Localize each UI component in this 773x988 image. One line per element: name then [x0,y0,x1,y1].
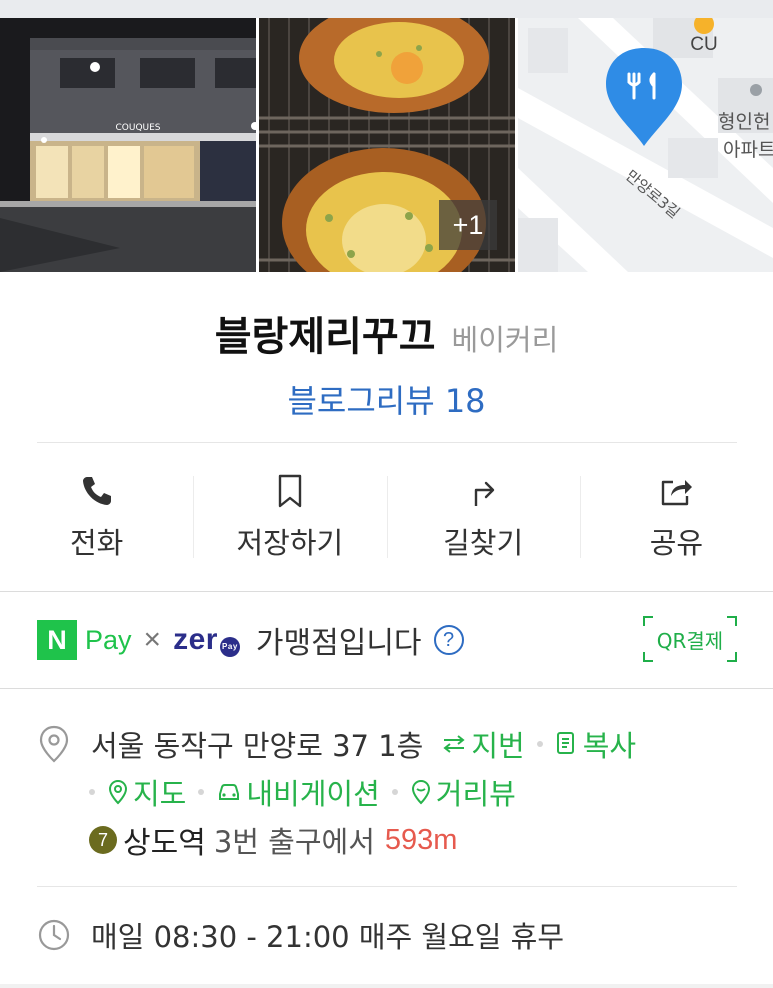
clock-icon [38,919,70,951]
share-label: 공유 [649,526,704,560]
car-icon [219,784,240,800]
storefront-sign: COUQUES [115,123,160,133]
directions-button[interactable]: 길찾기 [386,444,580,590]
section-divider-2 [0,688,773,689]
address-line: 서울 동작구 만양로 37 1층 지번 복사 [37,720,737,768]
npay-word: Pay [85,624,132,655]
map-label-building-2: 아파트 [723,139,773,161]
save-button[interactable]: 저장하기 [193,444,386,590]
phone-icon [82,477,111,505]
hours-row: 매일 08:30 - 21:00 매주 월요일 휴무 [37,910,737,960]
qr-corner-icon [643,652,653,662]
jibun-label: 지번 [471,729,525,763]
map-label-store: CU [690,34,717,55]
times-sign: × [143,623,162,656]
photo-pastry[interactable]: +1 [259,18,515,272]
street-view-link[interactable]: 거리뷰 [410,771,516,813]
bottom-divider [0,984,773,988]
zeropay-mark-icon: Pay [219,636,240,657]
share-button[interactable]: 공유 [579,444,773,590]
jibun-toggle[interactable]: 지번 [441,723,525,765]
separator-dot [391,789,398,795]
directions-icon [474,481,495,506]
help-icon[interactable]: ? [433,625,464,655]
copy-icon [556,732,574,754]
swap-arrows-icon [443,735,465,753]
save-label: 저장하기 [236,526,344,560]
header-divider [37,442,737,443]
payment-row: N Pay × zer Pay 가맹점입니다 ? QR결제 [0,592,773,688]
street-view-pin-icon [411,779,430,805]
map-pin-icon [108,779,128,805]
address-divider [37,886,737,887]
station-distance: 593m [384,823,458,856]
street-view-label: 거리뷰 [435,777,516,811]
qr-corner-icon [727,652,737,662]
blog-review-link[interactable]: 블로그리뷰 18 [287,376,485,422]
subway-line-badge: 7 [89,826,117,854]
address-links-line: 지도 내비게이션 거리뷰 [37,768,737,816]
business-hours: 매일 08:30 - 21:00 매주 월요일 휴무 [91,920,565,954]
zeropay-logo: zer Pay [173,623,240,657]
qr-corner-icon [643,616,653,626]
station-name: 상도역 [123,826,206,861]
address-text: 서울 동작구 만양로 37 1층 [91,729,424,763]
qr-pay-label: QR결제 [656,628,724,653]
qr-corner-icon [727,616,737,626]
location-pin-icon [39,725,69,763]
exit-text: 3번 출구에서 [213,825,375,859]
call-button[interactable]: 전화 [0,444,193,590]
more-photos-badge[interactable]: +1 [439,200,497,250]
top-status-strip [0,0,773,18]
separator-dot [89,789,95,795]
bookmark-icon [278,474,302,508]
photo-map[interactable]: CU 형인헌 아파트 만양로3길 [518,18,773,272]
npay-logo-icon: N [37,620,77,660]
map-label-building-1: 형인헌 [718,111,770,133]
zeropay-word: zer [173,623,218,656]
share-icon [662,480,693,506]
photo-storefront[interactable]: COUQUES [0,18,256,272]
separator-dot [536,741,543,747]
separator-dot [198,789,205,795]
directions-label: 길찾기 [443,526,524,560]
place-category: 베이커리 [451,323,559,357]
subway-line: 7 상도역 3번 출구에서 593m [37,816,737,864]
navigation-label: 내비게이션 [246,777,380,811]
copy-address-button[interactable]: 복사 [555,723,636,765]
action-bar: 전화 저장하기 길찾기 공유 [0,444,773,590]
map-label: 지도 [133,777,187,811]
place-name: 블랑제리꾸끄 [214,314,436,360]
call-label: 전화 [69,526,124,560]
merchant-text: 가맹점입니다 [255,626,422,661]
map-link[interactable]: 지도 [107,771,186,813]
qr-pay-button[interactable]: QR결제 [643,616,737,662]
navigation-link[interactable]: 내비게이션 [216,771,380,813]
place-header: 블랑제리꾸끄 베이커리 블로그리뷰 18 [0,304,773,422]
address-section: 서울 동작구 만양로 37 1층 지번 복사 지도 내비게이션 거리뷰 7 상도… [37,720,737,864]
copy-label: 복사 [582,729,637,763]
photo-gallery: COUQUES +1 CU 형인헌 아파트 만양로3길 [0,18,773,272]
